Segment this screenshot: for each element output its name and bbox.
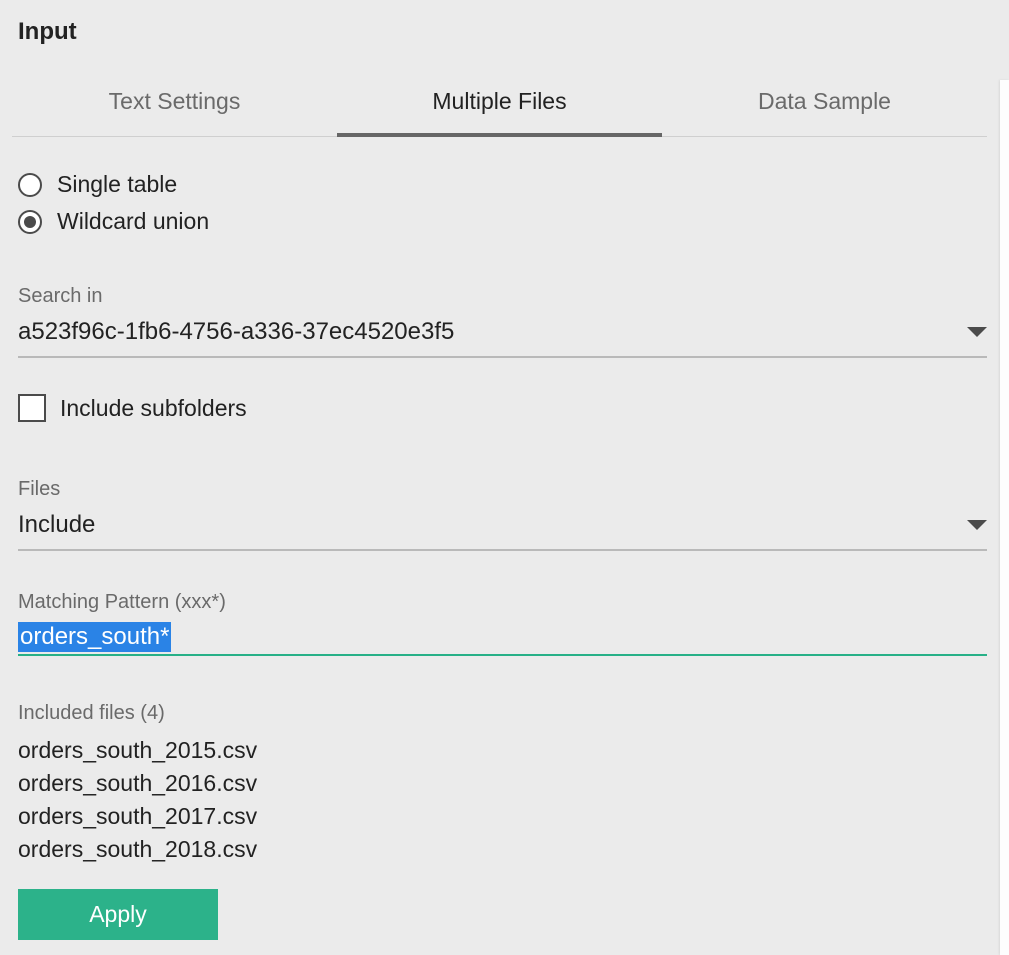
tab-text-settings[interactable]: Text Settings (12, 76, 337, 136)
included-files-list: orders_south_2015.csv orders_south_2016.… (18, 737, 987, 863)
files-filter-label: Files (18, 478, 987, 501)
page-title: Input (18, 18, 987, 46)
include-subfolders-label: Include subfolders (60, 395, 247, 422)
included-files-label: Included files (4) (18, 702, 987, 725)
list-item: orders_south_2016.csv (18, 770, 987, 797)
radio-label-single-table: Single table (57, 171, 177, 198)
radio-label-wildcard-union: Wildcard union (57, 208, 209, 235)
search-in-label: Search in (18, 285, 987, 308)
radio-single-table[interactable] (18, 173, 42, 197)
matching-pattern-value: orders_south* (18, 622, 171, 652)
matching-pattern-label: Matching Pattern (xxx*) (18, 591, 987, 614)
files-filter-select[interactable]: Include (18, 507, 987, 551)
apply-button[interactable]: Apply (18, 889, 218, 940)
files-filter-field: Files Include (18, 478, 987, 551)
tab-data-sample[interactable]: Data Sample (662, 76, 987, 136)
list-item: orders_south_2017.csv (18, 803, 987, 830)
radio-dot-icon (24, 216, 36, 228)
tabs: Text Settings Multiple Files Data Sample (12, 76, 987, 137)
search-in-value: a523f96c-1fb6-4756-a336-37ec4520e3f5 (18, 318, 454, 346)
include-subfolders-row[interactable]: Include subfolders (18, 394, 987, 422)
radio-row-wildcard-union[interactable]: Wildcard union (18, 208, 987, 235)
matching-pattern-field: Matching Pattern (xxx*) orders_south* (18, 591, 987, 656)
table-mode-group: Single table Wildcard union (18, 171, 987, 235)
files-filter-value: Include (18, 511, 95, 539)
search-in-field: Search in a523f96c-1fb6-4756-a336-37ec45… (18, 285, 987, 358)
tab-multiple-files[interactable]: Multiple Files (337, 76, 662, 137)
search-in-select[interactable]: a523f96c-1fb6-4756-a336-37ec4520e3f5 (18, 314, 987, 358)
chevron-down-icon (967, 520, 987, 530)
radio-wildcard-union[interactable] (18, 210, 42, 234)
list-item: orders_south_2018.csv (18, 836, 987, 863)
include-subfolders-checkbox[interactable] (18, 394, 46, 422)
matching-pattern-input[interactable]: orders_south* (18, 620, 987, 656)
scrollbar[interactable] (1000, 80, 1009, 955)
list-item: orders_south_2015.csv (18, 737, 987, 764)
radio-row-single-table[interactable]: Single table (18, 171, 987, 198)
chevron-down-icon (967, 327, 987, 337)
